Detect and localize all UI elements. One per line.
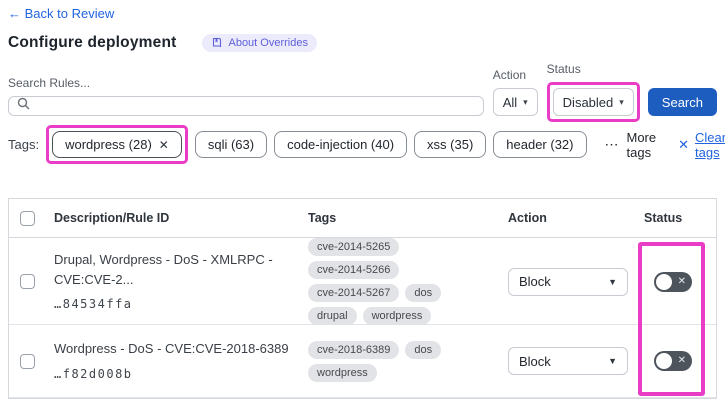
rule-tags-cell: cve-2018-6389 dos wordpress	[308, 340, 508, 382]
column-header-action: Action	[508, 211, 547, 225]
about-overrides-label: About Overrides	[228, 37, 308, 49]
rule-description: Drupal, Wordpress - DoS - XMLRPC - CVE:C…	[54, 252, 273, 287]
rule-id: …84534ffa	[54, 297, 133, 311]
status-toggle[interactable]: ✕	[654, 351, 692, 371]
more-tags-button[interactable]: ⋯ More tags	[605, 130, 657, 160]
search-icon	[17, 97, 30, 115]
action-select-value: Block	[519, 353, 551, 369]
rule-description: Wordpress - DoS - CVE:CVE-2018-6389	[54, 341, 289, 357]
more-tags-label: More tags	[626, 129, 657, 160]
action-filter-value: All	[502, 94, 518, 110]
clear-tags-button[interactable]: ✕ Clear tags	[678, 130, 725, 160]
action-select-value: Block	[519, 274, 551, 289]
rule-tag: cve-2014-5266	[308, 261, 400, 279]
chevron-down-icon: ▾	[619, 96, 624, 107]
rule-tag: cve-2014-5267	[308, 284, 400, 302]
tag-chip-sqli[interactable]: sqli (63)	[194, 131, 268, 158]
page-title: Configure deployment	[8, 34, 177, 51]
rule-tag: wordpress	[362, 307, 432, 325]
back-to-review-link[interactable]: ← Back to Review	[8, 6, 114, 21]
tag-chip-code-injection[interactable]: code-injection (40)	[274, 131, 408, 158]
column-header-description: Description/Rule ID	[54, 211, 170, 225]
tags-filter-row: Tags: wordpress (28) ✕ sqli (63) code-in…	[8, 125, 725, 164]
tag-chip-label: wordpress (28)	[65, 137, 152, 152]
tags-label: Tags:	[8, 137, 40, 152]
search-rules-label: Search Rules...	[8, 76, 91, 90]
chevron-down-icon: ▾	[523, 96, 528, 107]
table-header-row: Description/Rule ID Tags Action Status	[9, 199, 716, 238]
title-row: Configure deployment About Overrides	[8, 34, 717, 52]
ellipsis-icon: ⋯	[604, 136, 620, 152]
rule-tags-cell: cve-2014-5265 cve-2014-5266 cve-2014-526…	[308, 238, 508, 325]
clear-x-icon: ✕	[678, 136, 690, 152]
selected-tag-highlight: wordpress (28) ✕	[46, 125, 188, 164]
rule-tag: dos	[405, 284, 442, 302]
row-checkbox[interactable]	[20, 353, 35, 369]
row-checkbox[interactable]	[20, 274, 35, 289]
rule-id: …f82d008b	[54, 366, 133, 381]
action-filter-label: Action	[492, 68, 527, 82]
search-button[interactable]: Search	[647, 88, 717, 116]
search-rules-input[interactable]	[36, 97, 475, 115]
column-header-status: Status	[644, 211, 683, 225]
table-row: Wordpress - DoS - CVE:CVE-2018-6389 …f82…	[9, 325, 716, 398]
configure-deployment-page: ← Back to Review Configure deployment Ab…	[0, 0, 725, 406]
status-filter-value: Disabled	[562, 94, 614, 110]
action-select[interactable]: Block ▼	[508, 267, 628, 296]
toggle-knob	[656, 273, 672, 290]
rules-table: Description/Rule ID Tags Action Status D…	[8, 198, 717, 399]
remove-tag-icon[interactable]: ✕	[159, 138, 169, 152]
rule-tag: dos	[405, 340, 442, 359]
rule-tag: cve-2014-5265	[308, 238, 400, 256]
status-toggle[interactable]: ✕	[654, 271, 692, 292]
table-row: Drupal, Wordpress - DoS - XMLRPC - CVE:C…	[9, 238, 716, 325]
about-overrides-badge[interactable]: About Overrides	[202, 34, 317, 52]
tag-chip-header[interactable]: header (32)	[493, 131, 587, 158]
rule-description-cell: Drupal, Wordpress - DoS - XMLRPC - CVE:C…	[46, 250, 308, 313]
tag-chip-wordpress[interactable]: wordpress (28) ✕	[52, 131, 182, 158]
search-box[interactable]	[8, 96, 484, 116]
action-select[interactable]: Block ▼	[508, 347, 628, 375]
filter-bar: Search Rules... Action All ▾ Status Disa…	[8, 62, 717, 122]
rule-description-cell: Wordpress - DoS - CVE:CVE-2018-6389 …f82…	[46, 339, 308, 383]
status-filter-highlight: Disabled ▾	[546, 82, 640, 122]
toggle-x-icon: ✕	[677, 355, 686, 366]
toggle-knob	[656, 353, 672, 369]
select-all-checkbox[interactable]	[20, 210, 35, 226]
status-filter-label: Status	[546, 62, 581, 76]
toggle-x-icon: ✕	[677, 275, 686, 287]
chevron-down-icon: ▼	[608, 276, 617, 287]
chevron-down-icon: ▼	[608, 356, 617, 366]
status-filter-dropdown[interactable]: Disabled ▾	[552, 88, 634, 116]
rule-tag: drupal	[308, 307, 357, 325]
rule-tag: wordpress	[308, 363, 377, 382]
clear-tags-label: Clear tags	[695, 129, 725, 160]
rule-tag: cve-2018-6389	[308, 340, 400, 359]
action-filter-dropdown[interactable]: All ▾	[492, 88, 538, 116]
tag-chips: sqli (63) code-injection (40) xss (35) h…	[194, 131, 587, 158]
book-icon	[211, 37, 223, 49]
tag-chip-xss[interactable]: xss (35)	[414, 131, 487, 158]
column-header-tags: Tags	[308, 211, 337, 225]
